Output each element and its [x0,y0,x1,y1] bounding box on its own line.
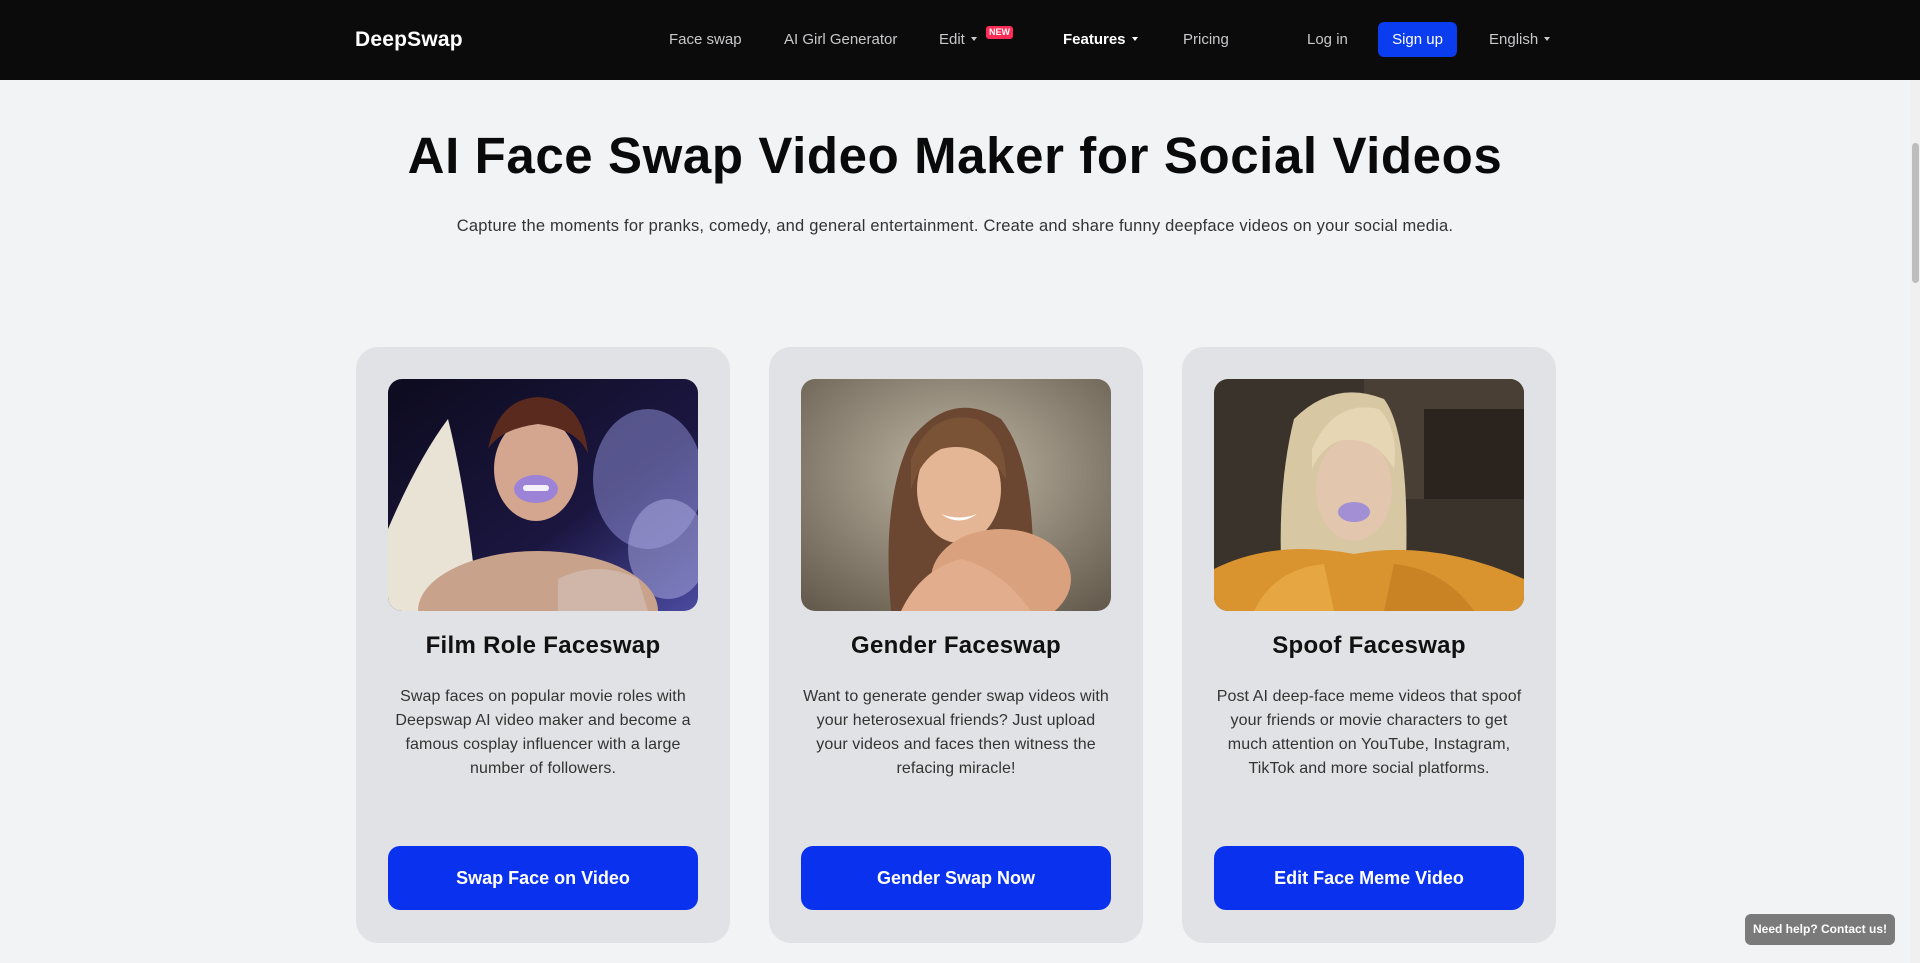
feature-card-gender: Gender Faceswap Want to generate gender … [769,347,1143,943]
nav-features-menu[interactable]: Features [1063,31,1138,48]
deepswap-logo[interactable]: DeepSwap [355,28,463,52]
film-role-photo [388,379,698,611]
card-title: Film Role Faceswap [425,632,661,659]
top-nav: DeepSwap Face swap AI Girl Generator Edi… [0,0,1920,80]
nav-edit-label: Edit [939,31,965,48]
chevron-down-icon [1544,37,1551,42]
swap-face-on-video-button[interactable]: Swap Face on Video [388,846,698,910]
card-description: Swap faces on popular movie roles with D… [395,688,691,777]
login-link[interactable]: Log in [1307,31,1348,48]
card-title: Gender Faceswap [851,632,1061,659]
chevron-down-icon [970,37,977,42]
page-subtitle: Capture the moments for pranks, comedy, … [456,217,1454,235]
gender-swap-photo [801,379,1111,611]
nav-pricing[interactable]: Pricing [1183,31,1229,48]
scrollbar-thumb[interactable] [1912,143,1919,283]
language-label: English [1489,31,1539,48]
chevron-down-icon [1131,37,1138,42]
help-contact-button[interactable]: Need help? Contact us! [1745,914,1895,945]
card-description: Want to generate gender swap videos with… [803,688,1109,777]
feature-card-film-role: Film Role Faceswap Swap faces on popular… [356,347,730,943]
card-title: Spoof Faceswap [1272,632,1466,659]
feature-card-spoof: Spoof Faceswap Post AI deep-face meme vi… [1182,347,1556,943]
nav-edit-menu[interactable]: Edit [939,31,977,48]
language-selector[interactable]: English [1489,31,1551,48]
signup-button[interactable]: Sign up [1378,22,1457,57]
new-badge: NEW [986,26,1013,39]
nav-features-label: Features [1063,31,1126,48]
page-title: AI Face Swap Video Maker for Social Vide… [407,127,1503,184]
card-description: Post AI deep-face meme videos that spoof… [1216,688,1522,777]
gender-swap-now-button[interactable]: Gender Swap Now [801,846,1111,910]
spoof-photo [1214,379,1524,611]
nav-face-swap[interactable]: Face swap [669,31,742,48]
nav-ai-girl-generator[interactable]: AI Girl Generator [784,31,897,48]
edit-face-meme-video-button[interactable]: Edit Face Meme Video [1214,846,1524,910]
